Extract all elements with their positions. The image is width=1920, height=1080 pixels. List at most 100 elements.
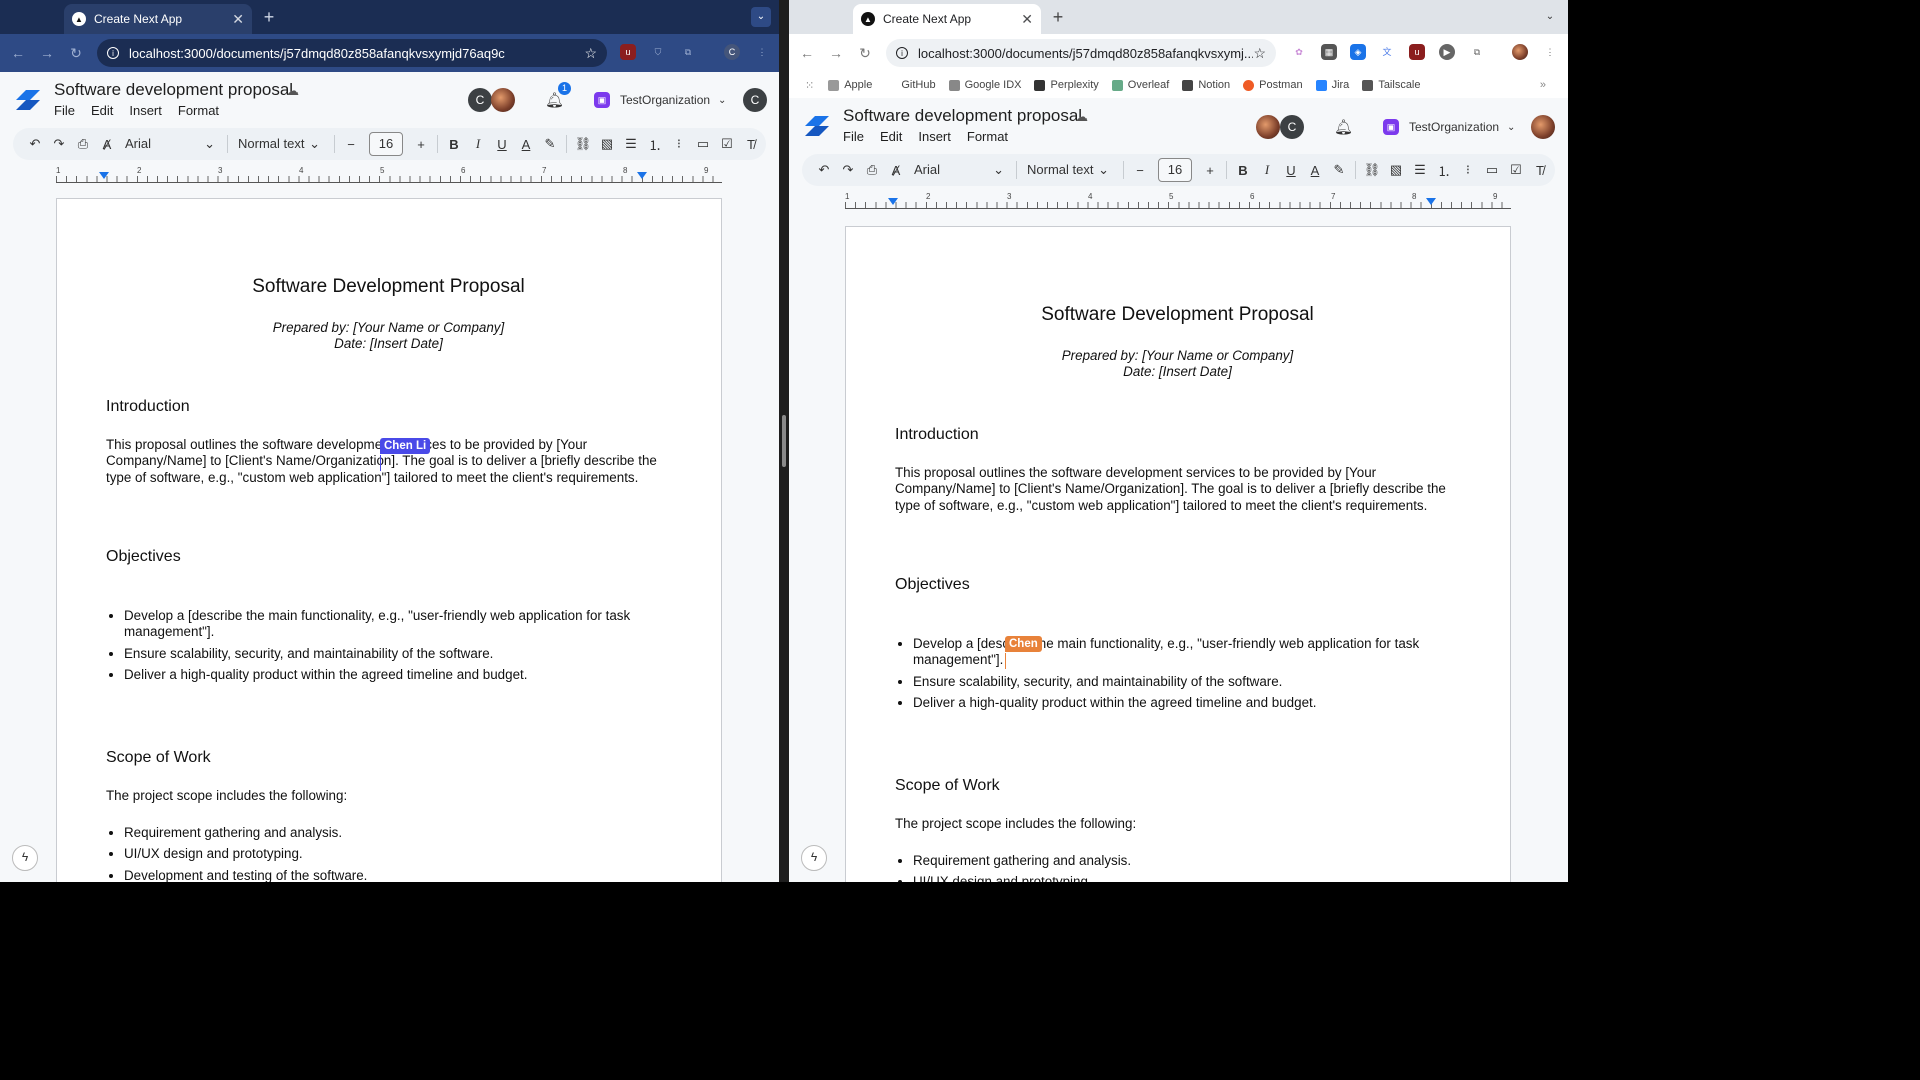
chrome-menu-icon[interactable]: ⋮ [1542,44,1558,60]
bookmark-github[interactable]: GitHub [885,79,936,91]
document-title[interactable]: Software development proposal [54,80,293,100]
play-extension-icon[interactable]: ▶ [1439,44,1455,60]
spellcheck-icon[interactable]: Ⱥ [884,163,908,178]
image-icon[interactable]: ▧ [595,136,619,152]
bookmark-postman[interactable]: Postman [1243,79,1303,91]
organization-switcher[interactable]: ▣ TestOrganization ⌄ [594,92,726,108]
shield-extension-icon[interactable]: ⛉ [650,44,666,60]
forward-icon[interactable]: → [37,43,57,63]
image-icon[interactable]: ▧ [1384,162,1408,178]
menu-insert[interactable]: Insert [918,129,951,144]
apps-grid-icon[interactable]: ⁙ [805,79,814,92]
bookmark-apple[interactable]: Apple [828,79,872,91]
menu-format[interactable]: Format [178,103,219,118]
right-margin-marker[interactable] [637,172,647,179]
document-title[interactable]: Software development proposal [843,106,1082,126]
underline-icon[interactable]: U [1279,163,1303,178]
decrease-font-size-icon[interactable]: − [339,137,363,152]
comment-icon[interactable]: ▭ [691,136,715,152]
text-color-icon[interactable]: A [514,137,538,152]
back-icon[interactable]: ← [8,43,28,63]
font-family-select[interactable]: Arial ⌄ [914,162,1004,178]
bookmark-star-icon[interactable]: ☆ [1253,45,1266,62]
left-margin-marker[interactable] [99,172,109,179]
right-margin-marker[interactable] [1426,198,1436,205]
ublock-extension-icon[interactable]: u [620,44,636,60]
document-page[interactable]: Software Development Proposal Prepared b… [56,198,722,882]
extensions-puzzle-icon[interactable]: ⧉ [680,44,696,60]
comment-icon[interactable]: ▭ [1480,162,1504,178]
close-tab-icon[interactable]: ✕ [1021,11,1033,28]
app-logo-icon[interactable] [14,86,42,114]
collaborator-avatar[interactable]: C [1280,115,1304,139]
close-tab-icon[interactable]: ✕ [232,11,244,28]
site-info-icon[interactable]: i [896,47,908,59]
menu-file[interactable]: File [843,129,864,144]
checklist-icon[interactable]: ☑ [1504,162,1528,178]
address-bar[interactable]: i localhost:3000/documents/j57dmqd80z858… [886,39,1276,67]
translate-extension-icon[interactable]: 文 [1379,44,1395,60]
undo-icon[interactable]: ↶ [812,162,836,178]
undo-icon[interactable]: ↶ [23,136,47,152]
tab-search-icon[interactable]: ⌄ [1540,7,1560,27]
clear-formatting-icon[interactable]: T̸ [739,137,763,152]
bold-icon[interactable]: B [442,137,466,152]
tab-search-icon[interactable]: ⌄ [751,7,771,27]
address-bar[interactable]: i localhost:3000/documents/j57dmqd80z858… [97,39,607,67]
menu-edit[interactable]: Edit [91,103,113,118]
numbered-list-icon[interactable]: ⒈ [1432,161,1456,180]
ruler[interactable]: 1 2 3 4 5 6 7 8 9 [845,192,1511,209]
text-style-select[interactable]: Normal text ⌄ [1027,162,1109,178]
align-icon[interactable]: ☰ [1408,162,1432,178]
underline-icon[interactable]: U [490,137,514,152]
react-extension-icon[interactable]: ◈ [1350,44,1366,60]
lightning-icon[interactable]: ϟ [801,845,827,871]
redo-icon[interactable]: ↷ [47,136,71,152]
collaborator-photo-avatar[interactable] [1256,115,1280,139]
align-icon[interactable]: ☰ [619,136,643,152]
profile-icon[interactable] [1512,44,1528,60]
reload-icon[interactable]: ↻ [855,43,875,63]
checklist-icon[interactable]: ☑ [715,136,739,152]
chrome-menu-icon[interactable]: ⋮ [754,44,770,60]
increase-font-size-icon[interactable]: + [409,137,433,152]
new-tab-icon[interactable]: + [1047,6,1069,28]
collaborator-avatar[interactable]: C [468,88,492,112]
font-family-select[interactable]: Arial ⌄ [125,136,215,152]
increase-font-size-icon[interactable]: + [1198,163,1222,178]
app-logo-icon[interactable] [803,112,831,140]
numbered-list-icon[interactable]: ⒈ [643,135,667,154]
clear-formatting-icon[interactable]: T̸ [1528,163,1552,178]
print-icon[interactable]: ⎙ [71,136,95,152]
ublock-extension-icon[interactable]: u [1409,44,1425,60]
font-size-input[interactable]: 16 [369,132,403,156]
new-tab-icon[interactable]: + [258,6,280,28]
highlight-icon[interactable]: ✎ [1327,162,1351,178]
bookmark-star-icon[interactable]: ☆ [584,45,597,62]
window-divider[interactable] [779,0,789,882]
site-info-icon[interactable]: i [107,47,119,59]
italic-icon[interactable]: I [466,136,490,152]
link-icon[interactable]: ⛓ [571,136,595,152]
menu-format[interactable]: Format [967,129,1008,144]
user-avatar[interactable]: C [743,88,767,112]
redo-icon[interactable]: ↷ [836,162,860,178]
lightning-icon[interactable]: ϟ [12,845,38,871]
left-margin-marker[interactable] [888,198,898,205]
decrease-font-size-icon[interactable]: − [1128,163,1152,178]
more-bookmarks-icon[interactable]: » [1540,79,1546,91]
forward-icon[interactable]: → [826,43,846,63]
bookmark-jira[interactable]: Jira [1315,79,1349,91]
extensions-puzzle-icon[interactable]: ⧉ [1469,44,1485,60]
text-color-icon[interactable]: A [1303,163,1327,178]
resize-handle[interactable] [782,415,786,467]
document-page[interactable]: Software Development Proposal Prepared b… [845,226,1511,882]
organization-switcher[interactable]: ▣ TestOrganization ⌄ [1383,119,1515,135]
bookmark-notion[interactable]: Notion [1182,79,1230,91]
link-icon[interactable]: ⛓ [1360,162,1384,178]
print-icon[interactable]: ⎙ [860,162,884,178]
ruler[interactable]: 1 2 3 4 5 6 7 8 9 [56,166,722,183]
bookmark-overleaf[interactable]: Overleaf [1111,79,1169,91]
italic-icon[interactable]: I [1255,162,1279,178]
grid-extension-icon[interactable]: ▦ [1321,44,1337,60]
